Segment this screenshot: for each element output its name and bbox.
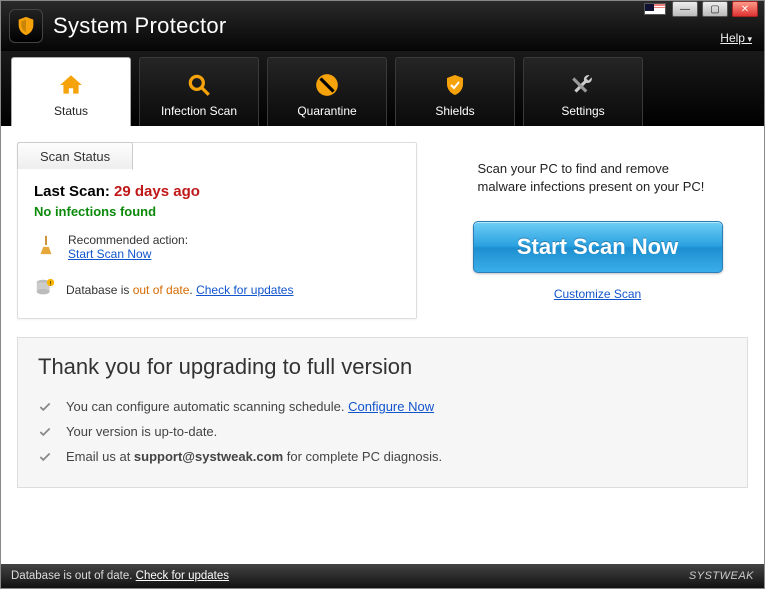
home-icon: [56, 70, 86, 100]
tab-label: Settings: [561, 104, 604, 118]
customize-scan-link[interactable]: Customize Scan: [554, 287, 641, 301]
scan-side-column: Scan your PC to find and remove malware …: [447, 142, 748, 319]
start-scan-link[interactable]: Start Scan Now: [68, 247, 151, 261]
last-scan-line: Last Scan: 29 days ago: [34, 183, 400, 200]
brand-label: SYSTWEAK: [689, 570, 754, 582]
check-icon: [38, 400, 52, 414]
last-scan-label: Last Scan:: [34, 183, 110, 200]
statusbar: Database is out of date. Check for updat…: [1, 564, 764, 588]
tools-icon: [568, 70, 598, 100]
recommended-action: Recommended action: Start Scan Now: [34, 233, 400, 261]
tabbar: Status Infection Scan Quarantine Shields…: [1, 51, 764, 126]
upgrade-line2: Your version is up-to-date.: [66, 424, 217, 439]
recommended-label: Recommended action:: [68, 233, 188, 247]
no-infections-text: No infections found: [34, 204, 400, 219]
svg-text:!: !: [50, 280, 52, 287]
scan-description: Scan your PC to find and remove malware …: [478, 160, 718, 195]
close-button[interactable]: ✕: [732, 1, 758, 17]
check-icon: [38, 425, 52, 439]
check-updates-link[interactable]: Check for updates: [196, 283, 293, 297]
flag-us-icon[interactable]: [644, 3, 666, 15]
check-icon: [38, 450, 52, 464]
tab-label: Status: [54, 104, 88, 118]
content-area: Scan Status Last Scan: 29 days ago No in…: [1, 126, 764, 564]
tab-shields[interactable]: Shields: [395, 57, 515, 126]
maximize-button[interactable]: ▢: [702, 1, 728, 17]
start-scan-button[interactable]: Start Scan Now: [473, 221, 723, 273]
db-status: out of date: [133, 283, 190, 297]
upgrade-item-email: Email us at support@systweak.com for com…: [38, 444, 727, 469]
help-menu[interactable]: Help: [720, 31, 752, 45]
window-controls: — ▢ ✕: [672, 1, 758, 17]
last-scan-value: 29 days ago: [114, 183, 200, 200]
tab-label: Infection Scan: [161, 104, 237, 118]
quarantine-icon: [312, 70, 342, 100]
panel-tab-label: Scan Status: [17, 142, 133, 170]
upgrade-title: Thank you for upgrading to full version: [38, 354, 727, 380]
broom-icon: [34, 233, 58, 257]
app-title: System Protector: [53, 13, 227, 39]
tab-quarantine[interactable]: Quarantine: [267, 57, 387, 126]
shield-icon: [15, 15, 37, 37]
database-status: ! Database is out of date. Check for upd…: [34, 277, 400, 302]
tab-status[interactable]: Status: [11, 57, 131, 126]
tab-label: Quarantine: [297, 104, 356, 118]
minimize-button[interactable]: —: [672, 1, 698, 17]
upgrade-panel: Thank you for upgrading to full version …: [17, 337, 748, 488]
statusbar-text: Database is out of date.: [11, 570, 136, 582]
upgrade-line3a: Email us at: [66, 449, 134, 464]
magnifier-icon: [184, 70, 214, 100]
app-logo: [9, 9, 43, 43]
database-warn-icon: !: [34, 277, 56, 302]
statusbar-check-updates[interactable]: Check for updates: [136, 570, 229, 582]
upgrade-line3c: for complete PC diagnosis.: [283, 449, 442, 464]
titlebar: System Protector — ▢ ✕ Help: [1, 1, 764, 51]
upgrade-item-schedule: You can configure automatic scanning sch…: [38, 394, 727, 419]
db-prefix: Database is: [66, 283, 133, 297]
top-row: Scan Status Last Scan: 29 days ago No in…: [17, 142, 748, 319]
tab-infection-scan[interactable]: Infection Scan: [139, 57, 259, 126]
scan-status-panel: Scan Status Last Scan: 29 days ago No in…: [17, 142, 417, 319]
shield-icon: [440, 70, 470, 100]
upgrade-line1a: You can configure automatic scanning sch…: [66, 399, 348, 414]
configure-now-link[interactable]: Configure Now: [348, 399, 434, 414]
upgrade-item-uptodate: Your version is up-to-date.: [38, 419, 727, 444]
support-email: support@systweak.com: [134, 449, 283, 464]
tab-settings[interactable]: Settings: [523, 57, 643, 126]
tab-label: Shields: [435, 104, 474, 118]
